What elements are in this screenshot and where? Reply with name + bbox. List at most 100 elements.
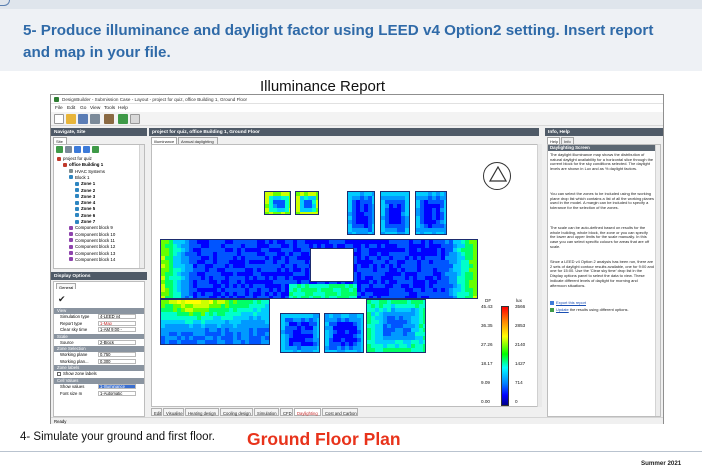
tab-help[interactable]: Help [547, 137, 560, 144]
source-select[interactable]: 2-Block [98, 339, 136, 345]
tab-cooling-design[interactable]: Cooling design [220, 408, 253, 416]
menu-go[interactable]: Go [80, 106, 86, 111]
canvas-scrollbar[interactable] [537, 144, 542, 407]
tab-site[interactable]: Site [53, 137, 67, 144]
tree-item-label: Component block 11 [75, 237, 115, 243]
menu-edit[interactable]: Edit [67, 106, 75, 111]
new-file-icon[interactable] [54, 114, 64, 124]
legend-lux-value: 2853 [515, 323, 526, 328]
tree-item-label: office Building 1 [69, 162, 104, 168]
tree-node-icon [75, 219, 79, 224]
simulation-type-select[interactable]: 4-LEED v4 [98, 314, 136, 320]
source-label: Source [60, 339, 74, 345]
daylight-map-canvas[interactable]: DF lux 45.43 3566 36.35 2853 27.26 2140 18.17 1… [151, 144, 541, 407]
tab-visualise[interactable]: Visualise [163, 408, 184, 416]
tab-edit[interactable]: Edit [151, 408, 162, 416]
tree-item[interactable]: Zone 1 [75, 181, 95, 186]
tree-scrollbar[interactable] [139, 145, 144, 268]
tree-node-icon [57, 156, 61, 161]
show-values-select[interactable]: 1-Illuminance [98, 384, 136, 390]
tab-heating-design[interactable]: Heating design [185, 408, 219, 416]
working-plane-input[interactable]: 0.750 [98, 352, 136, 358]
update-link-text[interactable]: Update [556, 307, 569, 312]
font-size-label: Font size m [60, 390, 83, 396]
tree-item[interactable]: Component block 11 [69, 238, 115, 243]
tree-item[interactable]: Component block 9 [69, 225, 113, 230]
refresh-tree-icon[interactable] [92, 146, 99, 153]
tree-item[interactable]: Zone 2 [75, 188, 95, 193]
legend-df-header: DF [485, 298, 492, 303]
update-results-link[interactable]: Update the results using different optio… [550, 307, 629, 312]
heatmap-block-upper-5 [415, 191, 447, 235]
tree-item[interactable]: office Building 1 [63, 162, 103, 167]
section-cell-values[interactable]: Cell Values [54, 378, 144, 384]
zone-labels-checkbox-box[interactable] [57, 371, 61, 376]
apply-check-icon[interactable]: ✔ [58, 294, 66, 305]
tree-item-label: Zone 3 [81, 193, 96, 199]
tab-illuminance[interactable]: Illuminance [151, 137, 177, 144]
tree-item-label: Block 1 [75, 174, 90, 180]
tree-item[interactable]: Zone 6 [75, 213, 95, 218]
print-icon[interactable] [90, 114, 100, 124]
tree-item-label: Component block 14 [75, 256, 116, 262]
tab-cost-and-carbon[interactable]: Cost and Carbon [322, 408, 358, 416]
help-scrollbar[interactable] [655, 145, 660, 416]
tree-node-icon [75, 194, 79, 199]
menu-file[interactable]: File [55, 106, 63, 111]
clear-sky-select[interactable]: 1-AM 9:00 - [98, 327, 136, 333]
tree-item[interactable]: Component block 14 [69, 257, 115, 262]
save-icon[interactable] [78, 114, 88, 124]
tree-item[interactable]: Block 1 [69, 175, 89, 180]
tools-icon[interactable] [104, 114, 114, 124]
tab-cfd[interactable]: CFD [280, 408, 293, 416]
tree-item[interactable]: Component block 13 [69, 251, 115, 256]
tree-item[interactable]: Component block 10 [69, 232, 115, 237]
tree-item[interactable]: Zone 7 [75, 219, 95, 224]
tree-item[interactable]: project for quiz [57, 156, 92, 161]
filter-icon[interactable] [65, 146, 72, 153]
tab-annual-daylighting[interactable]: Annual daylighting [178, 137, 218, 144]
show-zone-labels-row: Show zone labels [54, 371, 144, 377]
open-folder-icon[interactable] [66, 114, 76, 124]
menu-view[interactable]: View [90, 106, 100, 111]
section-scale[interactable]: Scale [54, 333, 144, 340]
tab-general[interactable]: General [56, 283, 76, 290]
menu-tools[interactable]: Tools [104, 106, 115, 111]
help-panel: Daylighting Screen The daylight illumina… [547, 144, 661, 417]
export-icon[interactable] [130, 114, 140, 124]
tree-item[interactable]: Zone 4 [75, 200, 95, 205]
tree-item-label: Zone 1 [81, 181, 96, 187]
app-icon [54, 97, 59, 102]
ground-floor-plan-label: Ground Floor Plan [247, 429, 401, 449]
tree-item[interactable]: HVAC Systems [69, 169, 105, 174]
bottom-tabs: Edit Visualise Heating design Cooling de… [151, 408, 541, 416]
working-plane2-label: Working plan... [60, 358, 89, 364]
tree-item[interactable]: Zone 3 [75, 194, 95, 199]
tree-item[interactable]: Zone 5 [75, 206, 95, 211]
tab-simulation[interactable]: Simulation [254, 408, 279, 416]
section-zone-labels[interactable]: Zone labels [54, 365, 144, 371]
show-zone-labels-checkbox[interactable]: Show zone labels [57, 371, 97, 377]
export-report-link[interactable]: Export this report [550, 300, 586, 305]
export-report-link-text[interactable]: Export this report [556, 300, 586, 305]
core-room [310, 248, 354, 282]
tab-info[interactable]: Info [561, 137, 574, 144]
tree-node-icon [69, 169, 73, 174]
tree-item[interactable]: Component block 12 [69, 244, 115, 249]
section-view[interactable]: View [54, 308, 144, 314]
legend-df-value: 18.17 [481, 361, 493, 366]
font-size-select[interactable]: 1-Automatic [98, 390, 136, 396]
legend-lux-value: 1427 [515, 361, 526, 366]
menu-help[interactable]: Help [118, 106, 128, 111]
add-icon[interactable] [56, 146, 63, 153]
section-zone-selection[interactable]: Zone Selection [54, 346, 144, 352]
info-tabs: Help Info [547, 137, 607, 144]
report-type-select[interactable]: 1-Map [98, 320, 136, 326]
tab-daylighting[interactable]: Daylighting [294, 408, 321, 416]
tree-node-icon [69, 175, 73, 180]
refresh-icon[interactable] [118, 114, 128, 124]
tree-node-icon [69, 225, 73, 230]
back-arrow-icon[interactable] [74, 146, 81, 153]
working-plane2-input[interactable]: 0.300 [98, 358, 136, 364]
forward-arrow-icon[interactable] [83, 146, 90, 153]
